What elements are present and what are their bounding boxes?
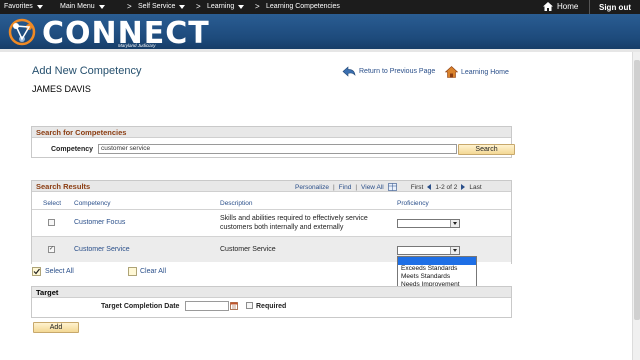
row-select-checkbox[interactable] [48,219,55,226]
main-menu[interactable]: Main Menu [60,3,105,10]
return-link-label: Return to Previous Page [359,68,436,75]
breadcrumb-learning-label: Learning [207,3,235,10]
view-all-link[interactable]: View All [361,184,384,191]
breadcrumb-self-service[interactable]: Self Service [138,3,186,10]
employee-name: JAMES DAVIS [32,84,91,94]
breadcrumb-learning[interactable]: Learning [207,3,245,10]
home-link[interactable]: Home [543,2,578,11]
required-checkbox[interactable] [246,302,253,309]
return-arrow-icon [342,66,356,77]
column-header-select: Select [43,200,62,207]
column-header-description[interactable]: Description [220,200,253,207]
return-to-previous-page-link[interactable]: Return to Previous Page [342,66,435,77]
row-select-checkbox-checked[interactable]: ✓ [48,246,55,253]
competency-label: Competency [51,146,94,153]
page-scrollbar[interactable] [632,52,640,360]
proficiency-select-open[interactable] [397,246,460,255]
search-section-title: Search for Competencies [32,127,511,138]
clear-all-link[interactable]: Clear All [128,267,166,276]
calendar-icon[interactable] [230,302,238,310]
competency-link[interactable]: Customer Focus [74,219,125,226]
competency-search-input[interactable]: customer service [98,144,457,154]
target-completion-date-label: Target Completion Date [101,303,180,310]
toolbar-separator: | [332,183,335,191]
next-arrow-icon[interactable] [461,184,466,190]
find-link[interactable]: Find [339,184,352,191]
divider [32,209,511,210]
required-label: Required [256,303,287,310]
chevron-down-icon [450,220,459,227]
toolbar-separator: | [355,183,358,191]
column-header-proficiency[interactable]: Proficiency [397,200,429,207]
learning-home-link[interactable]: Learning Home [445,66,509,78]
personalize-link[interactable]: Personalize [295,184,329,191]
proficiency-dropdown-list: Exceeds Standards Meets Standards Needs … [397,256,477,290]
breadcrumb-self-service-label: Self Service [138,3,176,10]
connect-tagline: Maryland Judiciary [118,43,156,48]
select-all-icon [32,267,41,276]
dropdown-option-blank[interactable] [398,257,476,265]
row-count: 1-2 of 2 [435,183,458,191]
favorites-menu[interactable]: Favorites [4,3,43,10]
breadcrumb-learning-competencies-label: Learning Competencies [266,3,340,10]
add-button[interactable]: Add [33,322,79,333]
clear-all-label: Clear All [140,268,167,275]
dropdown-option-meets-standards[interactable]: Meets Standards [398,273,476,281]
home-icon [543,2,553,11]
breadcrumb-learning-competencies[interactable]: Learning Competencies [266,3,340,10]
top-nav-bar: Favorites Main Menu > Self Service > Lea… [0,0,640,14]
chevron-down-icon [179,4,186,9]
divider [0,49,640,52]
breadcrumb-separator: > [127,2,132,11]
clear-all-icon [128,267,137,276]
house-icon [445,66,458,78]
first-link[interactable]: First [411,184,424,191]
chevron-down-icon [36,4,43,9]
divider [589,0,590,14]
grid-download-icon[interactable] [387,183,397,191]
select-all-label: Select All [45,268,74,275]
breadcrumb-separator: > [255,2,260,11]
competency-description: Customer Service [220,246,276,253]
sign-out-link[interactable]: Sign out [599,3,631,12]
target-section: Target [31,286,512,318]
target-date-input[interactable] [185,301,229,311]
proficiency-select[interactable] [397,219,460,228]
chevron-down-icon [98,4,105,9]
competency-description: Skills and abilities required to effecti… [220,215,368,231]
breadcrumb-separator: > [196,2,201,11]
learning-home-label: Learning Home [461,68,509,76]
main-menu-label: Main Menu [60,3,95,10]
dropdown-option-exceeds-standards[interactable]: Exceeds Standards [398,265,476,273]
previous-arrow-icon[interactable] [427,184,432,190]
target-section-title: Target [32,287,511,298]
grid-toolbar: Personalize | Find | View All First 1-2 … [295,183,482,191]
home-label: Home [557,2,579,11]
connect-logo-icon [8,18,36,46]
favorites-label: Favorites [4,3,33,10]
connect-banner: CONNECT Maryland Judiciary [0,14,640,51]
scrollbar-thumb[interactable] [634,60,640,320]
competency-link[interactable]: Customer Service [74,246,130,253]
chevron-down-icon [450,247,459,254]
chevron-down-icon [238,4,245,9]
search-button[interactable]: Search [458,144,515,155]
last-link[interactable]: Last [469,184,481,191]
column-header-competency[interactable]: Competency [74,200,111,207]
select-all-link[interactable]: Select All [32,267,74,276]
page-title: Add New Competency [32,65,142,77]
